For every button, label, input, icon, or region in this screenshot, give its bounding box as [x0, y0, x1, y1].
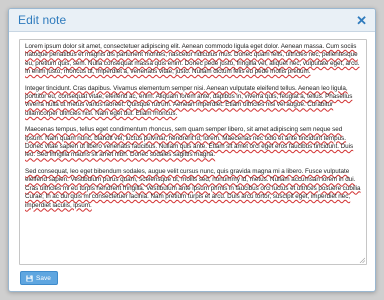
- note-paragraph-1: Lorem ipsum dolor sit amet, consectetuer…: [25, 43, 360, 76]
- dialog-title: Edit note: [18, 13, 67, 27]
- note-paragraph-2: Integer tincidunt. Cras dapibus. Vivamus…: [25, 84, 353, 117]
- dialog-titlebar: Edit note ✕: [9, 9, 375, 32]
- note-paragraph-3: Maecenas tempus, tellus eget condimentum…: [25, 126, 354, 159]
- close-icon[interactable]: ✕: [356, 14, 367, 27]
- save-button[interactable]: Save: [20, 271, 58, 285]
- save-button-label: Save: [36, 274, 51, 282]
- resize-handle-icon[interactable]: [359, 257, 365, 263]
- note-paragraph-4: Sed consequat, leo eget bibendum sodales…: [25, 167, 361, 209]
- dialog-footer: Save: [9, 265, 375, 291]
- floppy-disk-icon: [26, 274, 33, 282]
- edit-note-dialog: Edit note ✕ Lorem ipsum dolor sit amet, …: [8, 8, 376, 292]
- note-textarea[interactable]: Lorem ipsum dolor sit amet, consectetuer…: [19, 39, 367, 265]
